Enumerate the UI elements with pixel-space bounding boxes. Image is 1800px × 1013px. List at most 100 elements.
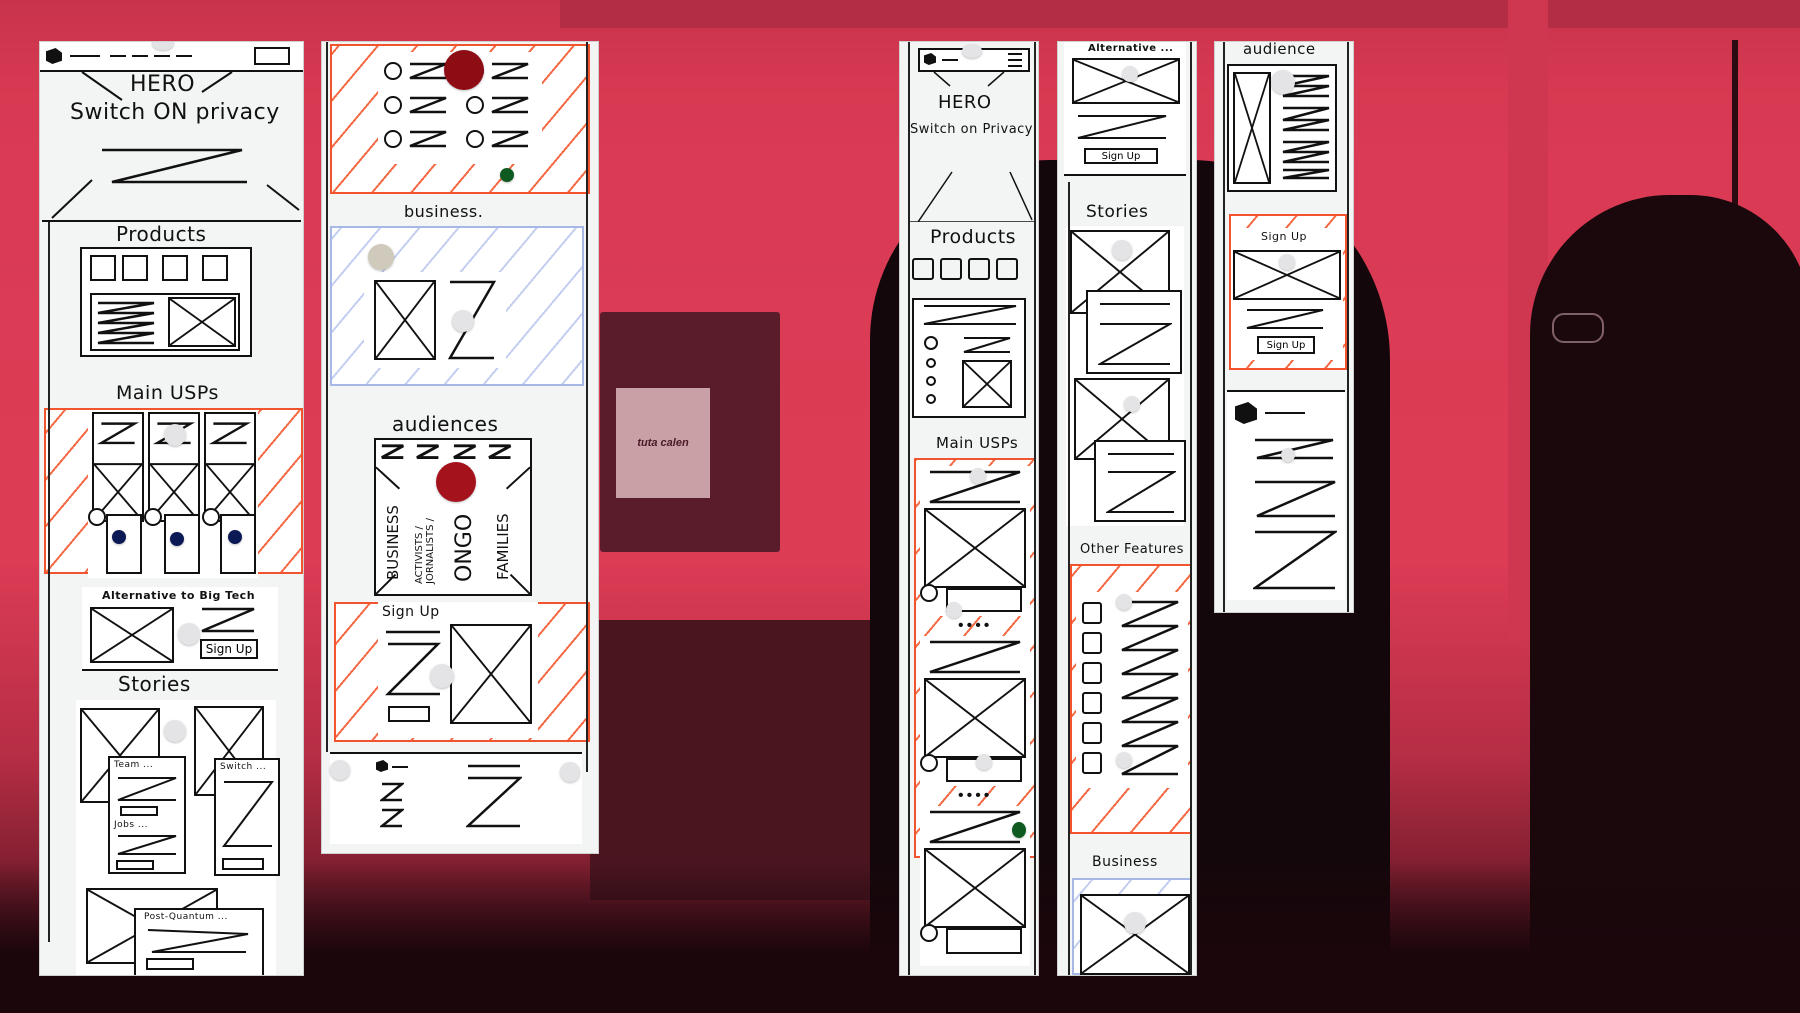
mobile-usp-card <box>920 636 1030 786</box>
image-placeholder <box>924 678 1026 758</box>
mobile-other-features-label: Other Features <box>1080 542 1184 557</box>
audience-ongo: ONGO <box>452 513 477 582</box>
whiteboard-line <box>48 222 50 942</box>
magnet <box>500 168 514 182</box>
text-placeholder <box>1076 114 1168 140</box>
text-placeholder <box>490 62 530 80</box>
whiteboard-line <box>1347 42 1349 612</box>
nav-bar-sketch <box>40 42 303 72</box>
story-card-title: Jobs ... <box>114 820 149 830</box>
wireframe-mobile-strip-2: Alternative ... Sign Up Stories Other Fe… <box>1058 42 1196 975</box>
text-placeholder <box>466 764 522 828</box>
magnet <box>444 50 484 90</box>
feature-step-icon <box>926 358 936 368</box>
text-placeholder <box>116 834 178 856</box>
feature-icon <box>466 96 484 114</box>
whiteboard-line <box>1034 42 1036 975</box>
whiteboard-line <box>908 42 910 975</box>
story-card-team: Team ... Jobs ... <box>108 756 186 874</box>
button-sketch <box>116 860 154 870</box>
text-placeholder <box>408 96 448 114</box>
whiteboard-line <box>326 42 328 752</box>
mobile-alternative-sketch: Alternative ... Sign Up <box>1064 42 1186 176</box>
feature-icon <box>384 130 402 148</box>
image-placeholder <box>1080 894 1190 975</box>
magnet <box>1281 448 1295 462</box>
signup-button-sketch: Sign Up <box>200 639 258 659</box>
monitor-text: tuta calen <box>637 437 689 449</box>
magnet <box>330 760 350 780</box>
mobile-stories-label: Stories <box>1086 202 1149 222</box>
usp-card <box>92 412 144 522</box>
alternative-label: Alternative to Big Tech <box>102 589 256 602</box>
mobile-audience-label: audience <box>1243 42 1316 58</box>
testimonial-card <box>946 928 1022 954</box>
magnet <box>1122 66 1138 82</box>
magnet <box>452 310 474 332</box>
audience-activists-journalists: ACTIVISTS / JORNALISTS / <box>414 518 436 584</box>
stories-sketch: Team ... Jobs ... Switch ... Post-Quantu… <box>76 700 280 975</box>
feature-step-icon <box>926 376 936 386</box>
story-card-title: Switch ... <box>220 762 267 772</box>
magnet <box>1271 70 1295 94</box>
magnet <box>1124 396 1140 412</box>
nav-line <box>70 55 100 57</box>
whiteboard-line <box>1068 182 1070 975</box>
text-placeholder <box>922 304 1018 326</box>
product-icon <box>122 255 148 281</box>
signup-label: Sign Up <box>382 604 440 620</box>
testimonial-card <box>220 514 256 574</box>
text-placeholder <box>490 96 530 114</box>
feature-icon <box>1082 752 1102 774</box>
window-edge <box>1732 40 1738 220</box>
magnet <box>1124 912 1146 934</box>
text-placeholder <box>928 810 1022 844</box>
text-placeholder <box>1106 452 1176 514</box>
audiences-label: audiences <box>392 412 499 436</box>
magnet <box>164 424 186 446</box>
story-card-post-quantum: Post-Quantum ... <box>134 908 264 975</box>
feature-icon <box>1082 692 1102 714</box>
magnet <box>164 720 186 742</box>
product-icon <box>940 258 962 280</box>
business-content-sketch <box>364 272 506 368</box>
image-placeholder <box>90 607 174 663</box>
magnet <box>970 468 986 484</box>
button-sketch <box>120 806 158 816</box>
glasses <box>1552 313 1604 343</box>
user-avatar-icon <box>202 508 220 526</box>
footer-line <box>1265 412 1305 414</box>
feature-icon <box>384 96 402 114</box>
user-avatar-icon <box>920 924 938 942</box>
window-frame <box>560 0 1800 28</box>
monitor-screen: tuta calen <box>616 388 710 498</box>
desk <box>590 620 910 900</box>
text-placeholder <box>96 299 156 345</box>
mobile-main-usps-label: Main USPs <box>936 434 1019 452</box>
hero-label: HERO <box>130 72 196 97</box>
button-sketch <box>222 858 264 870</box>
story-card-switch: Switch ... <box>214 758 280 876</box>
product-icon <box>202 255 228 281</box>
logo-cube-icon <box>46 48 62 64</box>
user-avatar-icon <box>88 508 106 526</box>
mobile-product-card <box>912 298 1026 418</box>
products-card-sketch <box>80 247 252 357</box>
nav-line <box>176 55 192 57</box>
whiteboard-line <box>1190 42 1192 975</box>
user-avatar-icon <box>920 754 938 772</box>
product-icon <box>968 258 990 280</box>
magnet <box>1012 822 1026 838</box>
mobile-business-label: Business <box>1092 854 1158 870</box>
stories-label: Stories <box>118 672 191 696</box>
magnet <box>152 42 174 50</box>
products-label: Products <box>116 222 207 246</box>
feature-icon <box>1082 632 1102 654</box>
text-placeholder <box>380 782 404 828</box>
whiteboard-line <box>1223 42 1225 612</box>
alternative-section-sketch: Alternative to Big Tech Sign Up <box>82 587 278 671</box>
product-icon <box>162 255 188 281</box>
magnet <box>1116 752 1132 768</box>
feature-step-icon <box>924 336 938 350</box>
story-card <box>1094 440 1186 522</box>
